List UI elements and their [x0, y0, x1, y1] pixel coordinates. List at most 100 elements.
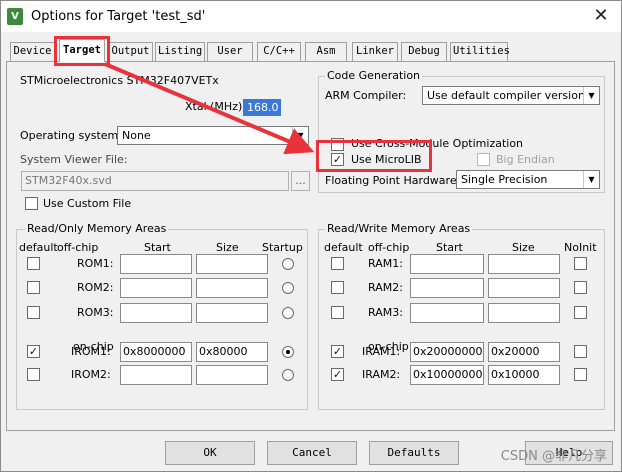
tab-utilities[interactable]: Utilities — [450, 42, 510, 61]
rw-memory-title: Read/Write Memory Areas — [325, 222, 473, 235]
chevron-down-icon: ▼ — [583, 87, 599, 104]
ro-row-name: IROM1: — [71, 345, 111, 358]
rw-row-name: RAM2: — [368, 281, 403, 294]
rw-start-input[interactable] — [410, 303, 484, 323]
rw-size-input[interactable] — [488, 254, 560, 274]
ro-start-input[interactable] — [120, 365, 192, 385]
ro-default-checkbox[interactable] — [27, 306, 40, 319]
rw-size-input[interactable]: 0x20000 — [488, 342, 560, 362]
code-generation-group: Code Generation ARM Compiler: Use defaul… — [318, 69, 605, 193]
tab-asm[interactable]: Asm — [305, 42, 347, 61]
ro-startup-radio[interactable] — [282, 258, 294, 270]
tab-cpp[interactable]: C/C++ — [257, 42, 301, 61]
ro-memory-title: Read/Only Memory Areas — [25, 222, 169, 235]
ro-header-start: Start — [144, 241, 171, 254]
defaults-button[interactable]: Defaults — [369, 441, 459, 465]
rw-row-name: IRAM2: — [362, 368, 401, 381]
ro-row-name: ROM2: — [77, 281, 114, 294]
target-tab-panel: STMicroelectronics STM32F407VETx Xtal (M… — [6, 61, 615, 431]
rw-start-input[interactable]: 0x10000000 — [410, 365, 484, 385]
big-endian-label: Big Endian — [496, 153, 555, 166]
rw-noinit-checkbox[interactable] — [574, 368, 587, 381]
big-endian-checkbox[interactable] — [477, 153, 490, 166]
svf-browse-button[interactable]: ... — [291, 171, 310, 191]
rw-header-size: Size — [512, 241, 535, 254]
ro-startup-radio[interactable] — [282, 346, 294, 358]
rw-memory-group: Read/Write Memory Areas default off-chip… — [318, 222, 605, 410]
ro-start-input[interactable] — [120, 278, 192, 298]
ro-start-input[interactable] — [120, 254, 192, 274]
arm-compiler-label: ARM Compiler: — [325, 89, 407, 102]
ro-startup-radio[interactable] — [282, 307, 294, 319]
ro-default-checkbox[interactable]: ✓ — [27, 345, 40, 358]
tab-output[interactable]: Output — [108, 42, 153, 61]
tab-linker[interactable]: Linker — [352, 42, 398, 61]
ro-row-name: ROM1: — [77, 257, 114, 270]
keil-app-icon: V — [7, 8, 23, 25]
close-icon[interactable]: ✕ — [589, 4, 613, 28]
rw-row-name: RAM3: — [368, 306, 403, 319]
rw-noinit-checkbox[interactable] — [574, 306, 587, 319]
rw-size-input[interactable] — [488, 278, 560, 298]
ro-size-input[interactable] — [196, 365, 268, 385]
ro-header-size: Size — [216, 241, 239, 254]
ro-default-checkbox[interactable] — [27, 368, 40, 381]
tab-debug[interactable]: Debug — [401, 42, 447, 61]
rw-size-input[interactable]: 0x10000 — [488, 365, 560, 385]
rw-default-checkbox[interactable] — [331, 306, 344, 319]
ro-row-name: ROM3: — [77, 306, 114, 319]
svf-input[interactable]: STM32F40x.svd — [21, 171, 289, 191]
device-name: STMicroelectronics STM32F407VETx — [20, 74, 219, 87]
rw-row-name: IRAM1: — [362, 345, 401, 358]
window-title: Options for Target 'test_sd' — [31, 9, 206, 24]
ro-row-name: IROM2: — [71, 368, 111, 381]
custom-file-label: Use Custom File — [43, 197, 132, 210]
fp-hardware-select[interactable]: Single Precision ▼ — [456, 170, 600, 189]
ro-start-input[interactable]: 0x8000000 — [120, 342, 192, 362]
ro-default-checkbox[interactable] — [27, 281, 40, 294]
rw-start-input[interactable]: 0x20000000 — [410, 342, 484, 362]
title-bar: V Options for Target 'test_sd' ✕ — [1, 1, 621, 32]
xtal-input[interactable]: 168.0 — [243, 99, 281, 116]
ro-size-input[interactable] — [196, 278, 268, 298]
ro-size-input[interactable]: 0x80000 — [196, 342, 268, 362]
rw-header-start: Start — [436, 241, 463, 254]
ro-startup-radio[interactable] — [282, 282, 294, 294]
svf-label: System Viewer File: — [20, 153, 128, 166]
ro-size-input[interactable] — [196, 254, 268, 274]
ro-size-input[interactable] — [196, 303, 268, 323]
custom-file-checkbox[interactable] — [25, 197, 38, 210]
xtal-label: Xtal (MHz): — [185, 100, 246, 113]
rw-header-default: default — [324, 241, 363, 254]
tab-target[interactable]: Target — [59, 39, 105, 62]
cancel-button[interactable]: Cancel — [267, 441, 357, 465]
rw-noinit-checkbox[interactable] — [574, 257, 587, 270]
ro-startup-radio[interactable] — [282, 369, 294, 381]
rw-start-input[interactable] — [410, 254, 484, 274]
ro-header-offchip: off-chip — [57, 241, 99, 254]
rw-row-name: RAM1: — [368, 257, 403, 270]
rw-default-checkbox[interactable]: ✓ — [331, 368, 344, 381]
rw-default-checkbox[interactable] — [331, 257, 344, 270]
rw-noinit-checkbox[interactable] — [574, 281, 587, 294]
os-select-value: None — [122, 129, 151, 142]
ro-header-default: default — [19, 241, 58, 254]
arm-compiler-select[interactable]: Use default compiler version 5 ▼ — [422, 86, 600, 105]
tab-device[interactable]: Device — [10, 42, 55, 61]
csdn-watermark: CSDN @非凡分享 — [500, 449, 607, 464]
rw-default-checkbox[interactable] — [331, 281, 344, 294]
rw-default-checkbox[interactable]: ✓ — [331, 345, 344, 358]
tab-user[interactable]: User — [207, 42, 253, 61]
rw-start-input[interactable] — [410, 278, 484, 298]
rw-size-input[interactable] — [488, 303, 560, 323]
tab-listing[interactable]: Listing — [155, 42, 205, 61]
ro-start-input[interactable] — [120, 303, 192, 323]
ro-header-startup: Startup — [262, 241, 303, 254]
rw-noinit-checkbox[interactable] — [574, 345, 587, 358]
ok-button[interactable]: OK — [165, 441, 255, 465]
chevron-down-icon: ▼ — [583, 171, 599, 188]
rw-header-offchip: off-chip — [368, 241, 410, 254]
ro-default-checkbox[interactable] — [27, 257, 40, 270]
os-select[interactable]: None ▼ — [117, 126, 309, 145]
annotation-box-microlib — [316, 140, 432, 172]
